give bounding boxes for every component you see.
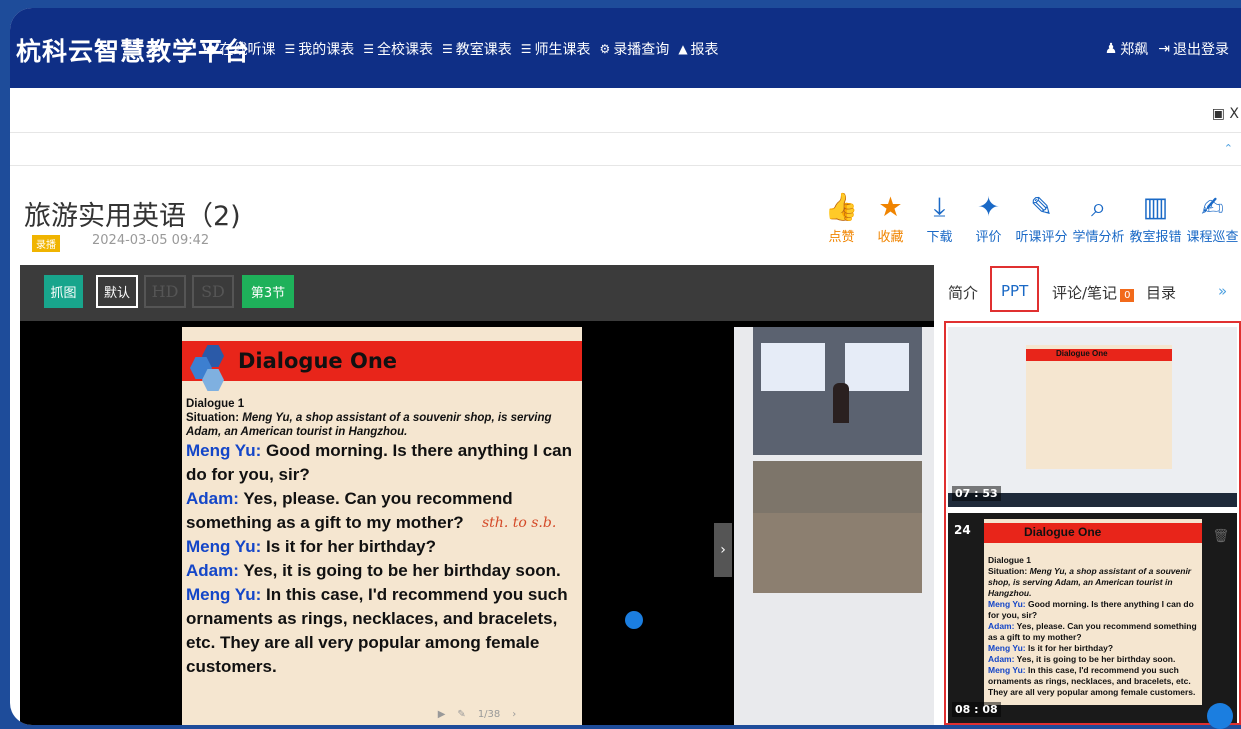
- list-icon: ☰: [284, 42, 295, 56]
- side-tabs: 简介 PPT 评论/笔记0 目录 »: [934, 265, 1241, 321]
- ppt-slide: Dialogue One Dialogue 1 Situation: Meng …: [182, 327, 582, 725]
- tab-intro[interactable]: 简介: [948, 282, 978, 303]
- logout-icon: ⇥: [1158, 41, 1170, 57]
- quality-sd-button[interactable]: SD: [192, 275, 234, 308]
- floating-action-button[interactable]: [1207, 703, 1233, 729]
- page-indicator: 1/38: [478, 709, 500, 720]
- recording-badge: 录播: [32, 235, 60, 252]
- ppt-thumbnail-list: Dialogue One 07 : 53 24 Dialogue One Dia…: [944, 321, 1241, 725]
- course-inspection-button[interactable]: ✍课程巡查: [1184, 190, 1241, 245]
- learning-analysis-button[interactable]: ⌕学情分析: [1070, 190, 1127, 245]
- tab-ppt[interactable]: PPT: [990, 266, 1039, 312]
- slide-preview: Dialogue One Dialogue 1 Situation: Meng …: [984, 519, 1202, 705]
- divider: [10, 165, 1241, 166]
- thumbnail-time: 07 : 53: [952, 486, 1001, 501]
- slide-preview: Dialogue One: [1026, 345, 1172, 469]
- course-datetime: 2024-03-05 09:42: [92, 233, 209, 248]
- sparkle-star-icon: ✦: [964, 190, 1013, 226]
- user-area: ♟郑飙 ⇥退出登录: [1105, 39, 1229, 59]
- board-screen-left: [761, 343, 825, 391]
- chevron-right-icon[interactable]: ›: [714, 523, 732, 577]
- classroom-camera-feed[interactable]: [753, 461, 922, 593]
- user-profile[interactable]: ♟郑飙: [1105, 39, 1149, 59]
- camera-panel: [734, 327, 934, 725]
- chevron-right-icon[interactable]: ›: [512, 709, 516, 720]
- capture-button[interactable]: 抓图: [44, 275, 83, 308]
- students-area: [753, 513, 922, 593]
- lecture-rating-button[interactable]: ✎听课评分: [1013, 190, 1070, 245]
- top-navbar: 杭科云智慧教学平台 ●在线听课 ☰我的课表 ☰全校课表 ☰教室课表 ☰师生课表 …: [10, 8, 1241, 88]
- analysis-icon: ⌕: [1070, 190, 1127, 226]
- trash-icon[interactable]: 🗑: [1212, 529, 1229, 544]
- slide-body: Dialogue 1 Situation: Meng Yu, a shop as…: [988, 555, 1198, 698]
- slide-number: 24: [954, 523, 971, 537]
- assistant-button[interactable]: [625, 611, 643, 629]
- nav-item-recording-query[interactable]: ⚙录播查询: [600, 39, 670, 59]
- nav-item-teacher-student-schedule[interactable]: ☰师生课表: [521, 39, 591, 59]
- course-actions: 👍点赞 ★收藏 ⤓下载 ✦评价 ✎听课评分 ⌕学情分析 ▥教室报错 ✍课程巡查: [817, 190, 1241, 245]
- logout-link[interactable]: ⇥退出登录: [1158, 39, 1229, 59]
- slide-title: Dialogue One: [1024, 525, 1101, 539]
- nav-item-classroom-schedule[interactable]: ☰教室课表: [442, 39, 512, 59]
- main-nav: ●在线听课 ☰我的课表 ☰全校课表 ☰教室课表 ☰师生课表 ⚙录播查询 ▲报表: [206, 39, 719, 59]
- building-icon: ▥: [1127, 190, 1184, 226]
- dialogue-line: Meng Yu: Is it for her birthday?: [186, 535, 580, 559]
- board-screen-right: [845, 343, 909, 391]
- list-icon: ☰: [363, 42, 374, 56]
- tab-catalog[interactable]: 目录: [1146, 282, 1176, 303]
- evaluate-button[interactable]: ✦评价: [964, 190, 1013, 245]
- teacher-camera-feed[interactable]: [753, 327, 922, 455]
- handwritten-annotation: sth. to s.b.: [482, 515, 556, 531]
- window-controls: ▣ X: [1212, 106, 1239, 122]
- dialogue-line: Meng Yu: In this case, I'd recommend you…: [186, 583, 580, 679]
- tab-comments-notes[interactable]: 评论/笔记0: [1052, 282, 1134, 303]
- list-icon: ☰: [442, 42, 453, 56]
- video-player: 抓图 默认 HD SD 第3节 Dialogue One Dialogue 1 …: [20, 265, 934, 725]
- expand-chevron-icon[interactable]: »: [1218, 282, 1227, 300]
- rate-icon: ✎: [1013, 190, 1070, 226]
- like-button[interactable]: 👍点赞: [817, 190, 866, 245]
- close-button[interactable]: X: [1229, 106, 1239, 122]
- slide-title: Dialogue One: [238, 349, 397, 373]
- gear-icon: ⚙: [600, 42, 611, 56]
- slide-body: Dialogue 1 Situation: Meng Yu, a shop as…: [186, 397, 580, 679]
- classroom-report-button[interactable]: ▥教室报错: [1127, 190, 1184, 245]
- play-icon[interactable]: ▶: [438, 709, 446, 720]
- download-button[interactable]: ⤓下载: [915, 190, 964, 245]
- download-icon: ⤓: [915, 190, 964, 226]
- section-button[interactable]: 第3节: [242, 275, 294, 308]
- edit-icon: ✍: [1184, 190, 1241, 226]
- dialogue-line: Adam: Yes, it is going to be her birthda…: [186, 559, 580, 583]
- player-toolbar: 抓图 默认 HD SD 第3节: [20, 265, 934, 321]
- slide-situation: Situation: Meng Yu, a shop assistant of …: [186, 411, 580, 439]
- user-icon: ♟: [1105, 41, 1118, 57]
- favorite-button[interactable]: ★收藏: [866, 190, 915, 245]
- quality-hd-button[interactable]: HD: [144, 275, 186, 308]
- comment-count-badge: 0: [1120, 289, 1134, 302]
- dialogue-line: Meng Yu: Good morning. Is there anything…: [186, 439, 580, 487]
- ppt-thumbnail[interactable]: 24 Dialogue One Dialogue 1 Situation: Me…: [948, 513, 1237, 723]
- list-icon: ☰: [521, 42, 532, 56]
- chart-icon: ▲: [678, 42, 687, 56]
- app-window: 杭科云智慧教学平台 ●在线听课 ☰我的课表 ☰全校课表 ☰教室课表 ☰师生课表 …: [10, 8, 1241, 725]
- nav-item-my-schedule[interactable]: ☰我的课表: [284, 39, 354, 59]
- record-icon: ●: [206, 42, 216, 56]
- thumbnail-time: 08 : 08: [952, 702, 1001, 717]
- slide-heading: Dialogue 1: [186, 397, 580, 411]
- pen-icon[interactable]: ✎: [457, 709, 465, 720]
- ppt-thumbnail[interactable]: Dialogue One 07 : 53: [948, 327, 1237, 507]
- nav-item-school-schedule[interactable]: ☰全校课表: [363, 39, 433, 59]
- nav-item-online-lecture[interactable]: ●在线听课: [206, 39, 275, 59]
- slide-title: Dialogue One: [1056, 349, 1108, 358]
- quality-default-button[interactable]: 默认: [96, 275, 138, 308]
- teacher-figure: [833, 383, 849, 423]
- star-icon: ★: [866, 190, 915, 226]
- nav-item-reports[interactable]: ▲报表: [678, 39, 718, 59]
- collapse-up-icon[interactable]: ⌃: [1224, 142, 1233, 155]
- restore-icon[interactable]: ▣: [1212, 106, 1225, 122]
- thumbs-up-icon: 👍: [817, 190, 866, 226]
- divider: [10, 132, 1241, 133]
- course-title: 旅游实用英语（2): [24, 194, 241, 233]
